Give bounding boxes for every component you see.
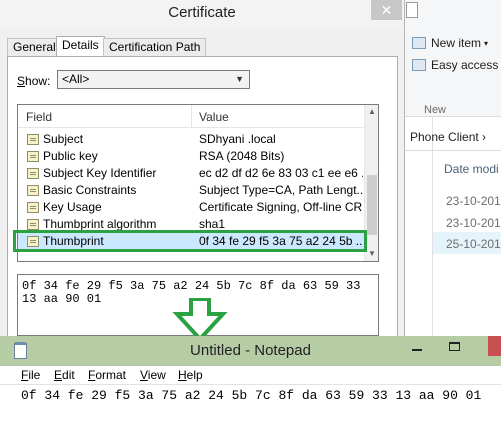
file-date[interactable]: 23-10-2015 (446, 194, 501, 208)
column-header-value[interactable]: Value (199, 110, 229, 124)
tab-certification-path[interactable]: Certification Path (103, 38, 207, 56)
menu-accel: H (178, 368, 187, 382)
ribbon-checkbox[interactable] (406, 2, 418, 18)
tab-general[interactable]: General (7, 38, 62, 56)
scrollbar-thumb[interactable] (367, 175, 377, 235)
table-row[interactable]: Subject SDhyani .local (18, 131, 364, 148)
new-item-label: New item (431, 36, 482, 50)
menu-label: ormat (95, 368, 127, 382)
table-row[interactable]: Public key RSA (2048 Bits) (18, 148, 364, 165)
menu-label: elp (186, 368, 203, 382)
file-date[interactable]: 23-10-2015 (446, 216, 501, 230)
new-item-button[interactable]: New item ▾ (412, 34, 488, 52)
menu-accel: V (140, 368, 148, 382)
close-button[interactable]: ✕ (371, 0, 402, 20)
menu-view[interactable]: View (140, 368, 166, 382)
explorer-ribbon: New item▾ Easy access▾ New (404, 0, 501, 117)
menu-file[interactable]: File (21, 368, 40, 382)
thumbprint-highlight (13, 230, 367, 252)
menu-bar: File Edit Format View Help (0, 366, 501, 384)
chevron-down-icon: ▼ (235, 74, 244, 84)
field-name: Subject Key Identifier (43, 166, 157, 180)
easy-access-icon (412, 59, 426, 71)
field-value: Subject Type=CA, Path Lengt... (199, 183, 363, 197)
scroll-up-icon[interactable]: ▲ (365, 105, 378, 119)
notepad-titlebar[interactable]: Untitled - Notepad (0, 336, 501, 366)
menu-edit[interactable]: Edit (54, 368, 75, 382)
certificate-field-icon (27, 219, 39, 230)
notepad-window: Untitled - Notepad File Edit Format View… (0, 336, 501, 433)
field-value: RSA (2048 Bits) (199, 149, 285, 163)
menu-label: ile (28, 368, 41, 382)
field-name: Basic Constraints (43, 183, 137, 197)
column-divider[interactable] (191, 105, 192, 127)
file-date[interactable]: 25-10-2015 (446, 237, 501, 251)
menu-format[interactable]: Format (88, 368, 126, 382)
certificate-field-icon (27, 151, 39, 162)
certificate-field-icon (27, 168, 39, 179)
maximize-icon[interactable] (449, 342, 460, 351)
column-header-date[interactable]: Date modi (444, 162, 499, 176)
field-name: Key Usage (43, 200, 102, 214)
certificate-dialog: Certificate ✕ General Details Certificat… (0, 0, 405, 342)
menu-label: iew (147, 368, 166, 382)
field-value: ec d2 df d2 6e 83 03 c1 ee e6 ... (199, 166, 363, 180)
table-row[interactable]: Key Usage Certificate Signing, Off-line … (18, 199, 364, 216)
menu-separator (0, 384, 501, 385)
easy-access-button[interactable]: Easy access▾ (412, 56, 501, 74)
notepad-text-area[interactable]: 0f 34 fe 29 f5 3a 75 a2 24 5b 7c 8f da 6… (21, 388, 481, 403)
new-item-icon (412, 37, 426, 49)
easy-access-label: Easy access (431, 58, 499, 72)
certificate-field-icon (27, 185, 39, 196)
address-text: Phone Client › (410, 130, 487, 144)
close-icon: ✕ (380, 2, 393, 18)
menu-accel: E (54, 368, 63, 382)
show-label: Show: (17, 74, 51, 88)
show-dropdown-value: <All> (62, 72, 90, 86)
close-button[interactable] (488, 336, 501, 356)
field-name: Public key (43, 149, 98, 163)
address-bar[interactable]: Phone Client › (404, 124, 501, 151)
table-header: Field Value (18, 105, 364, 128)
ribbon-group-label: New (424, 104, 447, 116)
show-dropdown[interactable]: <All> ▼ (57, 70, 250, 89)
certificate-field-icon (27, 202, 39, 213)
table-row[interactable]: Subject Key Identifier ec d2 df d2 6e 83… (18, 165, 364, 182)
tab-details[interactable]: Details (56, 36, 105, 57)
certificate-field-icon (27, 134, 39, 145)
field-value: Certificate Signing, Off-line CR... (199, 200, 363, 214)
field-name: Subject (43, 132, 84, 146)
chevron-down-icon: ▾ (484, 39, 489, 48)
field-value: SDhyani .local (199, 132, 276, 146)
menu-help[interactable]: Help (178, 368, 203, 382)
menu-label: dit (62, 368, 75, 382)
notepad-title: Untitled - Notepad (190, 342, 311, 359)
table-row[interactable]: Basic Constraints Subject Type=CA, Path … (18, 182, 364, 199)
dialog-title: Certificate (168, 4, 236, 21)
scroll-down-icon[interactable]: ▼ (365, 247, 378, 261)
dialog-titlebar[interactable]: Certificate ✕ (0, 0, 404, 28)
minimize-icon[interactable] (412, 349, 422, 351)
column-header-field[interactable]: Field (26, 110, 52, 124)
